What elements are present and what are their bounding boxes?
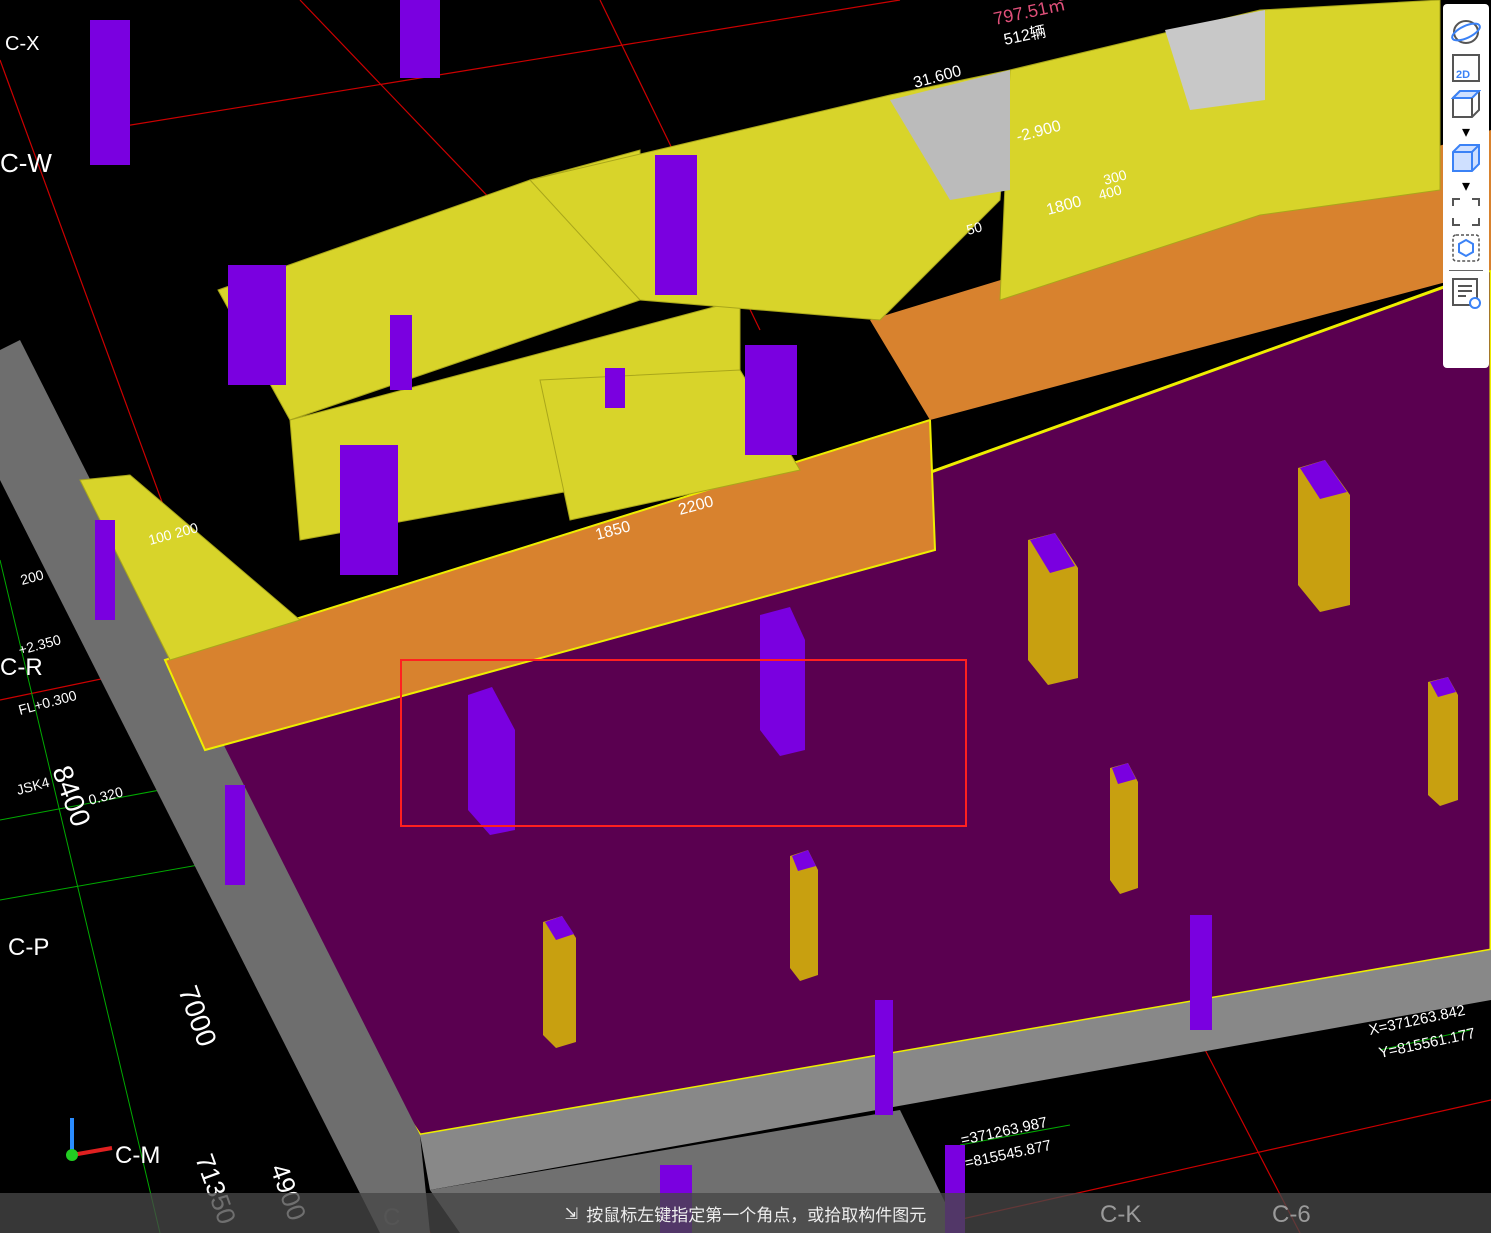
dim-50: 50	[965, 218, 984, 238]
3d-solid-icon	[1452, 144, 1480, 172]
status-bar: ⇲ 按鼠标左键指定第一个角点，或拾取构件图元	[0, 1193, 1491, 1233]
grid-label-cx: C-X	[5, 33, 39, 55]
grid-label-cw: C-W	[0, 148, 52, 178]
level-label: FL+0.300	[17, 687, 79, 718]
display-settings-button[interactable]	[1448, 275, 1484, 311]
display-settings-icon	[1452, 278, 1481, 309]
3d-viewport[interactable]: C-W C-R C-P C-M C-X C 8400 7000 71350 49…	[0, 0, 1491, 1233]
orbit-icon	[1451, 20, 1481, 44]
area-label: 797.51㎡	[991, 0, 1067, 29]
zoom-extents-icon	[1452, 198, 1480, 226]
2d-view-button[interactable]: 2D	[1448, 50, 1484, 86]
solid-dropdown-arrow[interactable]: ▾	[1448, 176, 1484, 195]
orbit-button[interactable]	[1448, 14, 1484, 50]
3d-wireframe-icon	[1451, 90, 1481, 118]
grid-label-c6: C-6	[1272, 1201, 1311, 1228]
2d-view-icon: 2D	[1452, 54, 1480, 82]
command-prompt: 按鼠标左键指定第一个角点，或拾取构件图元	[586, 1205, 927, 1226]
zoom-extents-button[interactable]	[1448, 194, 1484, 230]
svg-text:2D: 2D	[1456, 69, 1470, 81]
component-view-button[interactable]	[1448, 230, 1484, 266]
grid-label-cr: C-R	[0, 654, 43, 681]
grid-label-ck: C-K	[1100, 1201, 1142, 1228]
count-label: 512辆	[1002, 22, 1048, 48]
dim-200: 200	[19, 566, 46, 588]
component-view-icon	[1452, 234, 1480, 262]
crosshair-icon: ⇲	[564, 1203, 579, 1223]
grid-label-cp: C-P	[8, 934, 49, 961]
3d-solid-button[interactable]	[1448, 140, 1484, 176]
dim-7000: 7000	[172, 981, 222, 1050]
tag-label: JSK4	[15, 774, 52, 798]
3d-wireframe-button[interactable]	[1448, 86, 1484, 122]
grid-label-cm: C-M	[115, 1142, 160, 1169]
view-toolbar: 2D ▾ ▾	[1443, 4, 1489, 368]
axis-gizmo-icon	[66, 1118, 113, 1161]
toolbar-divider	[1449, 270, 1483, 271]
level-label-2: 0.320	[87, 783, 125, 808]
3d-dropdown-arrow[interactable]: ▾	[1448, 122, 1484, 141]
selection-rectangle	[400, 659, 967, 827]
